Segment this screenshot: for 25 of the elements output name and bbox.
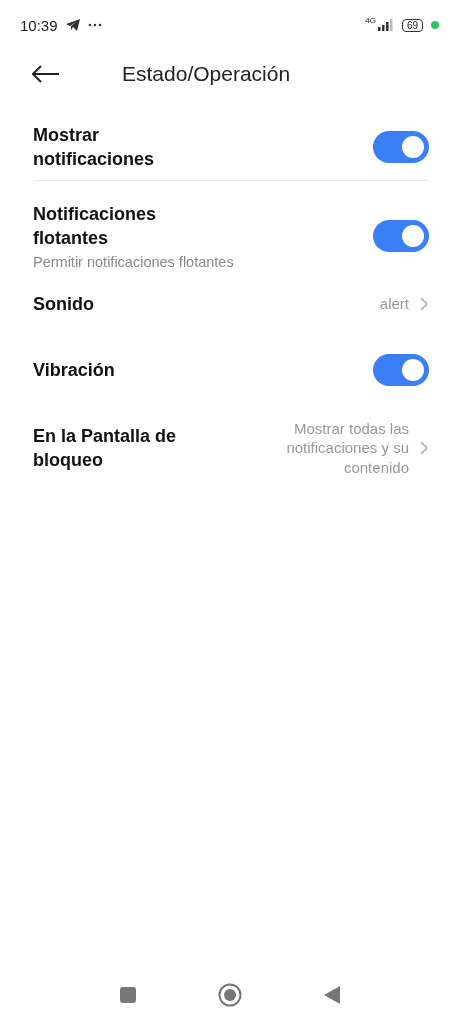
setting-label: Notificaciones flotantes	[33, 203, 158, 250]
page-title: Estado/Operación	[122, 62, 291, 86]
setting-label: Vibración	[33, 359, 116, 382]
dot-icon	[431, 21, 439, 29]
setting-label: En la Pantalla de bloqueo	[33, 425, 178, 472]
more-icon	[87, 23, 102, 27]
setting-description: Permitir notificaciones flotantes	[33, 254, 235, 270]
chevron-icon	[419, 296, 429, 312]
setting-label: Mostrar notificaciones	[33, 124, 156, 171]
setting-label: Sonido	[33, 293, 95, 316]
toggle-switch[interactable]	[373, 220, 429, 252]
home-icon[interactable]	[218, 983, 242, 1007]
recents-icon[interactable]	[119, 986, 137, 1004]
toggle-switch[interactable]	[373, 131, 429, 163]
back-arrow-icon[interactable]	[32, 65, 60, 83]
status-time: 10:39	[20, 16, 58, 34]
signal-icon	[377, 19, 394, 31]
battery-indicator: 69	[401, 18, 423, 32]
chevron-icon	[419, 440, 429, 456]
network-type: 4G	[365, 16, 376, 25]
send-icon	[65, 19, 80, 31]
toggle-switch[interactable]	[373, 354, 429, 386]
setting-value[interactable]: Mostrar todas las notificaciones y su contenido	[259, 418, 409, 478]
setting-value[interactable]: alert	[379, 294, 409, 314]
back-icon[interactable]	[323, 985, 341, 1005]
